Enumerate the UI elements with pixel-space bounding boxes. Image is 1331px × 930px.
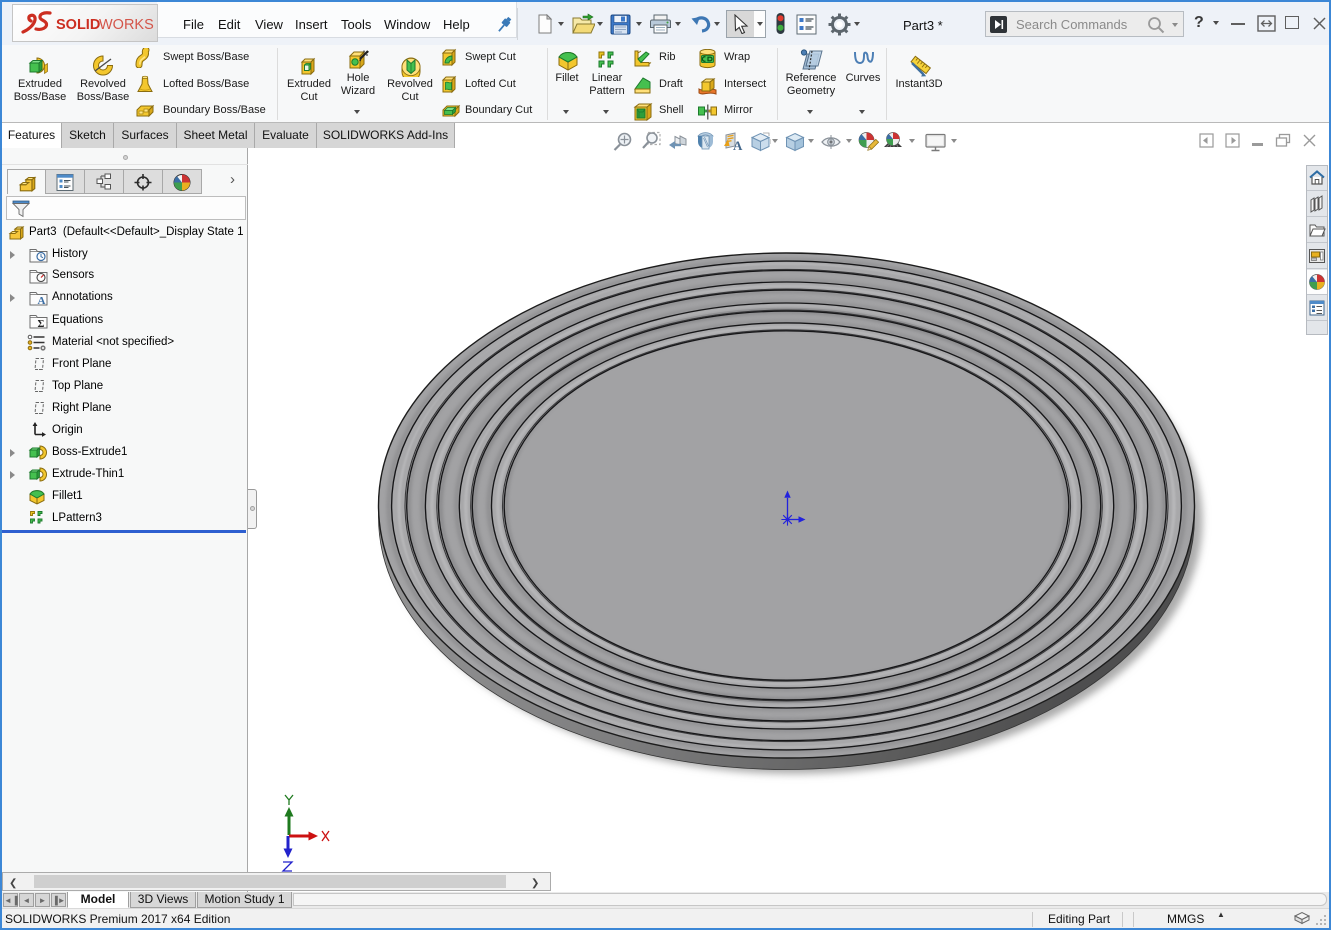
- svg-text:SOLID: SOLID: [56, 17, 100, 33]
- svg-text:A: A: [733, 138, 743, 152]
- svg-text:Σ: Σ: [38, 319, 45, 329]
- svg-text:A: A: [38, 295, 46, 306]
- svg-text:WORKS: WORKS: [99, 17, 154, 33]
